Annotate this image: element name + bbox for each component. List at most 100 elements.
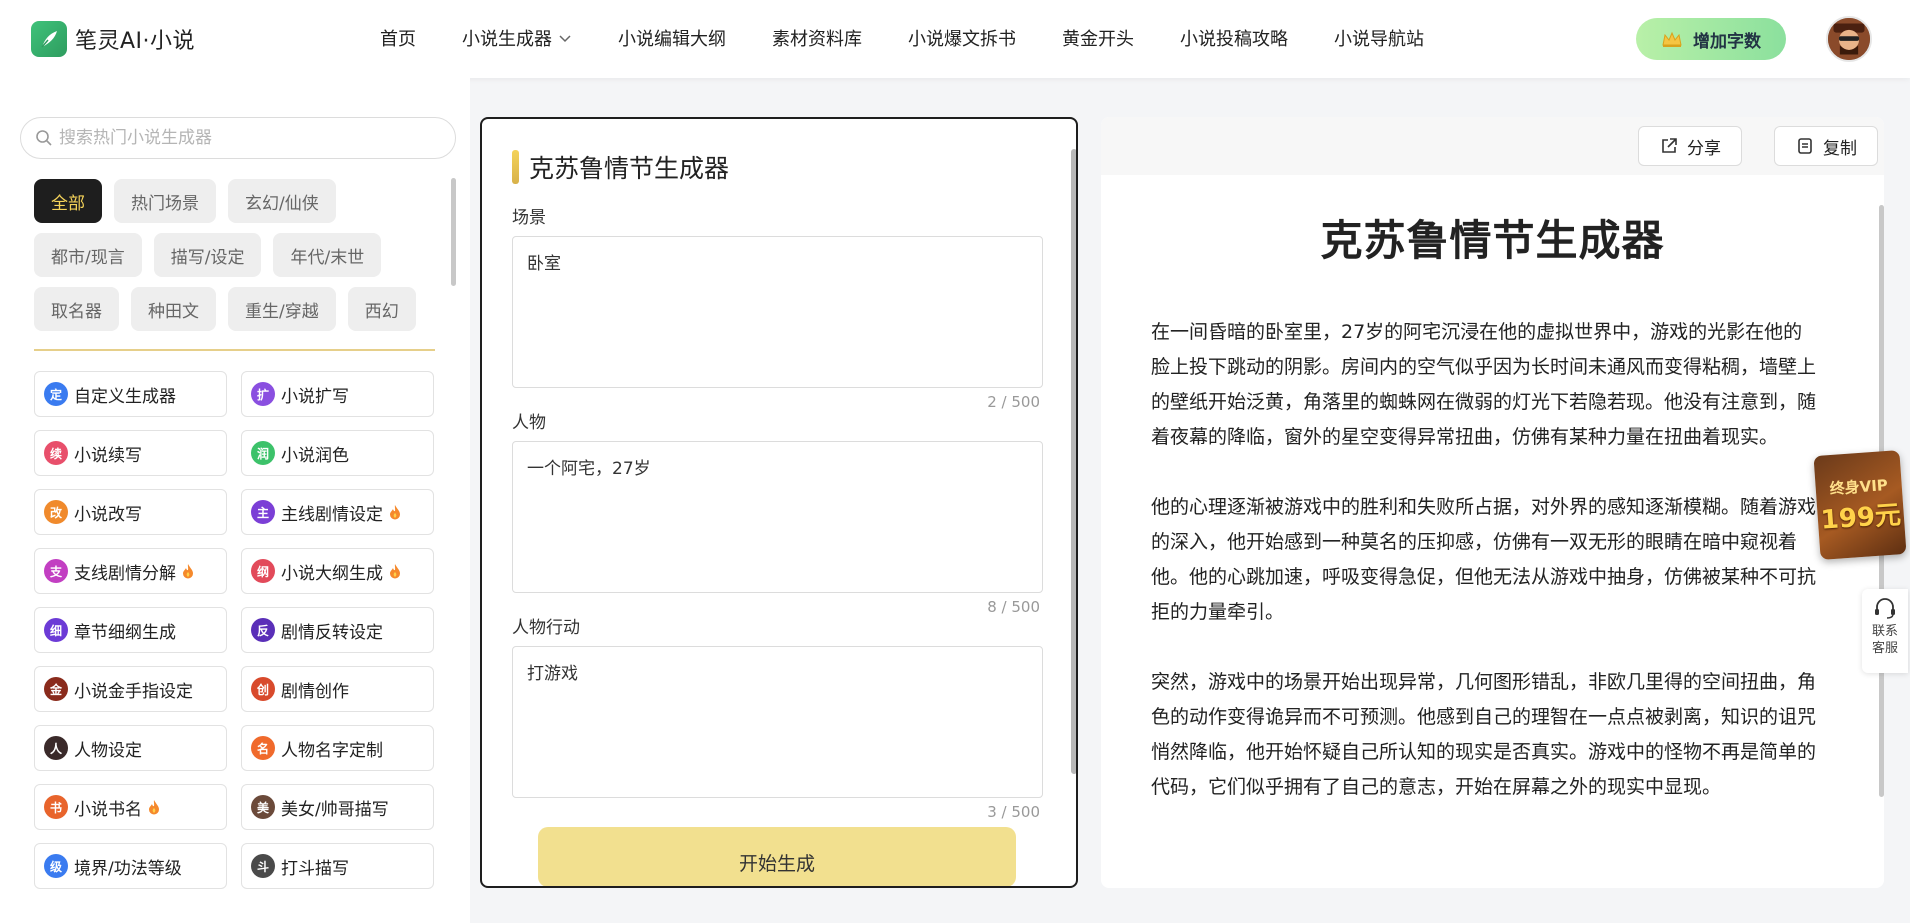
nav-label: 素材资料库 xyxy=(772,29,862,50)
tool-item[interactable]: 润小说润色 xyxy=(241,430,434,476)
tool-icon: 扩 xyxy=(251,382,275,406)
category-farming[interactable]: 种田文 xyxy=(131,287,216,331)
site-logo[interactable]: 笔灵AI·小说 xyxy=(31,21,195,57)
tool-icon: 细 xyxy=(44,618,68,642)
category-hot-scenes[interactable]: 热门场景 xyxy=(114,179,216,223)
nav-submission-guide[interactable]: 小说投稿攻略 xyxy=(1180,25,1288,51)
tool-item[interactable]: 定自定义生成器 xyxy=(34,371,227,417)
nav-book-breakdown[interactable]: 小说爆文拆书 xyxy=(908,25,1016,51)
category-rebirth[interactable]: 重生/穿越 xyxy=(228,287,336,331)
tool-item[interactable]: 名人物名字定制 xyxy=(241,725,434,771)
user-avatar[interactable] xyxy=(1826,16,1872,62)
category-filters: 全部 热门场景 玄幻/仙侠 都市/现言 描写/设定 年代/末世 取名器 种田文 … xyxy=(34,179,434,331)
avatar-image xyxy=(1828,18,1870,60)
tool-label: 美女/帅哥描写 xyxy=(281,799,389,820)
nav-label: 小说投稿攻略 xyxy=(1180,29,1288,50)
action-textarea[interactable] xyxy=(512,646,1043,798)
tool-item[interactable]: 金小说金手指设定 xyxy=(34,666,227,712)
tool-icon: 斗 xyxy=(251,854,275,878)
category-western-fantasy[interactable]: 西幻 xyxy=(347,287,416,331)
field-label-character: 人物 xyxy=(512,413,546,433)
tool-item[interactable]: 美美女/帅哥描写 xyxy=(241,784,434,830)
tool-item[interactable]: 扩小说扩写 xyxy=(241,371,434,417)
start-generate-button[interactable]: 开始生成 xyxy=(538,827,1016,886)
nav-material-library[interactable]: 素材资料库 xyxy=(772,25,862,51)
tool-item[interactable]: 斗打斗描写 xyxy=(241,843,434,889)
tool-label: 剧情反转设定 xyxy=(281,622,383,643)
tool-label: 人物设定 xyxy=(74,740,142,761)
lifetime-vip-badge[interactable]: 终身VIP 199元 xyxy=(1813,450,1907,560)
category-description[interactable]: 描写/设定 xyxy=(153,233,262,277)
share-button[interactable]: 分享 xyxy=(1638,126,1742,166)
tool-item[interactable]: 纲小说大纲生成 xyxy=(241,548,434,594)
tool-icon: 美 xyxy=(251,795,275,819)
tool-item[interactable]: 细章节细纲生成 xyxy=(34,607,227,653)
tool-item[interactable]: 主主线剧情设定 xyxy=(241,489,434,535)
top-header: 笔灵AI·小说 首页 小说生成器 小说编辑大纲 素材资料库 小说爆文拆书 黄金开… xyxy=(0,0,1910,78)
output-title: 克苏鲁情节生成器 xyxy=(1320,216,1665,265)
sidebar-scrollbar[interactable] xyxy=(451,178,456,286)
logo-text: 笔灵AI·小说 xyxy=(75,29,196,54)
tool-icon: 定 xyxy=(44,382,68,406)
nav-home[interactable]: 首页 xyxy=(380,25,416,51)
scene-char-count: 2 / 500 xyxy=(987,393,1040,411)
category-urban[interactable]: 都市/现言 xyxy=(34,233,142,277)
tool-label: 小说金手指设定 xyxy=(74,681,193,702)
tool-label: 主线剧情设定 xyxy=(281,504,383,525)
character-textarea[interactable] xyxy=(512,441,1043,593)
output-paragraph: 突然，游戏中的场景开始出现异常，几何图形错乱，非欧几里得的空间扭曲，角色的动作变… xyxy=(1151,671,1817,798)
customer-service-button[interactable]: 联系客服 xyxy=(1862,589,1908,673)
add-words-button[interactable]: 增加字数 xyxy=(1636,18,1786,60)
category-fantasy[interactable]: 玄幻/仙侠 xyxy=(228,179,336,223)
nav-outline-editor[interactable]: 小说编辑大纲 xyxy=(618,25,726,51)
tool-icon: 改 xyxy=(44,500,68,524)
search-input[interactable] xyxy=(59,128,439,148)
output-paragraph: 在一间昏暗的卧室里，27岁的阿宅沉浸在他的虚拟世界中，游戏的光影在他的脸上投下跳… xyxy=(1151,321,1817,448)
generator-sidebar: 全部 热门场景 玄幻/仙侠 都市/现言 描写/设定 年代/末世 取名器 种田文 … xyxy=(0,78,470,923)
nav-label: 黄金开头 xyxy=(1062,29,1134,50)
tool-label: 小说大纲生成 xyxy=(281,563,383,584)
gold-divider xyxy=(34,349,435,351)
fire-icon xyxy=(149,800,159,815)
crown-icon xyxy=(1662,31,1682,47)
tool-label: 境界/功法等级 xyxy=(74,858,182,879)
tool-item[interactable]: 续小说续写 xyxy=(34,430,227,476)
copy-button[interactable]: 复制 xyxy=(1774,126,1878,166)
category-naming[interactable]: 取名器 xyxy=(34,287,119,331)
tool-icon: 润 xyxy=(251,441,275,465)
share-label: 分享 xyxy=(1687,138,1721,159)
tool-icon: 支 xyxy=(44,559,68,583)
tool-item[interactable]: 级境界/功法等级 xyxy=(34,843,227,889)
form-title: 克苏鲁情节生成器 xyxy=(512,149,729,185)
search-box[interactable] xyxy=(20,117,456,159)
field-label-scene: 场景 xyxy=(512,208,546,228)
form-scrollbar[interactable] xyxy=(1071,149,1076,774)
tool-item[interactable]: 创剧情创作 xyxy=(241,666,434,712)
feather-logo-icon xyxy=(31,21,67,57)
nav-label: 小说导航站 xyxy=(1334,29,1424,50)
tool-item[interactable]: 反剧情反转设定 xyxy=(241,607,434,653)
tool-item[interactable]: 书小说书名 xyxy=(34,784,227,830)
generator-form: 克苏鲁情节生成器 场景 2 / 500 人物 8 / 500 人物行动 3 / … xyxy=(480,117,1078,888)
tool-item[interactable]: 支支线剧情分解 xyxy=(34,548,227,594)
nav-golden-opening[interactable]: 黄金开头 xyxy=(1062,25,1134,51)
tool-icon: 名 xyxy=(251,736,275,760)
tool-list: 定自定义生成器扩小说扩写续小说续写润小说润色改小说改写主主线剧情设定支支线剧情分… xyxy=(34,371,435,889)
output-toolbar: 分享 复制 xyxy=(1101,117,1884,175)
chevron-down-icon xyxy=(559,35,571,43)
main-nav: 首页 小说生成器 小说编辑大纲 素材资料库 小说爆文拆书 黄金开头 小说投稿攻略… xyxy=(380,25,1470,51)
tool-icon: 金 xyxy=(44,677,68,701)
category-era[interactable]: 年代/末世 xyxy=(273,233,382,277)
tool-icon: 级 xyxy=(44,854,68,878)
add-words-label: 增加字数 xyxy=(1693,31,1761,52)
nav-novel-generator[interactable]: 小说生成器 xyxy=(462,25,572,51)
tool-label: 打斗描写 xyxy=(281,858,349,879)
tool-item[interactable]: 人人物设定 xyxy=(34,725,227,771)
scene-textarea[interactable] xyxy=(512,236,1043,388)
fire-icon xyxy=(390,505,400,520)
category-all[interactable]: 全部 xyxy=(34,179,102,223)
nav-label: 小说爆文拆书 xyxy=(908,29,1016,50)
start-generate-label: 开始生成 xyxy=(738,853,815,875)
tool-item[interactable]: 改小说改写 xyxy=(34,489,227,535)
nav-navigation-site[interactable]: 小说导航站 xyxy=(1334,25,1424,51)
